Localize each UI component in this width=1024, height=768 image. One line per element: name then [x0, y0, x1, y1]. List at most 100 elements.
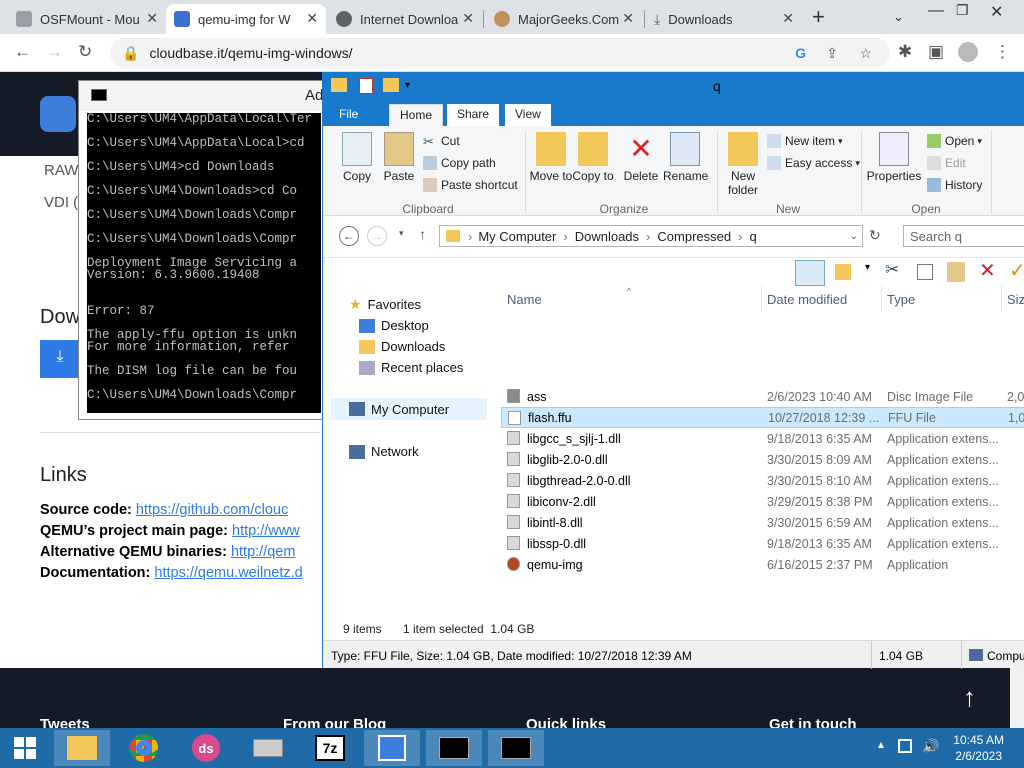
qemu-main-page-link[interactable]: http://www [232, 523, 300, 539]
history-button[interactable]: History [927, 178, 982, 192]
properties-button[interactable]: Properties [865, 126, 923, 183]
nav-my-computer[interactable]: My Computer [331, 398, 487, 420]
new-tab-button[interactable]: + [812, 4, 825, 30]
alt-binaries-link[interactable]: http://qem [231, 544, 295, 560]
show-hidden-icons-chevron[interactable]: ▲ [876, 740, 886, 751]
refresh-icon[interactable]: ↻ [869, 227, 881, 244]
recent-locations-chevron-icon[interactable]: ▾ [399, 228, 404, 239]
nav-network[interactable]: Network [349, 444, 419, 459]
column-type[interactable]: Type [887, 292, 915, 307]
tab-osfmount[interactable]: OSFMount - Mou ✕ [8, 4, 166, 34]
taskbar-ds-app[interactable]: ds [178, 730, 234, 766]
new-folder-button[interactable]: New folder [721, 126, 765, 197]
start-button[interactable] [0, 730, 50, 766]
explorer-titlebar[interactable]: ▾ q [323, 72, 1024, 102]
checkmark-icon[interactable]: ✓ [1009, 258, 1024, 283]
scissors-icon[interactable]: ✂ [885, 260, 899, 280]
nav-recent-places[interactable]: Recent places [359, 360, 463, 375]
paste-shortcut-button[interactable]: Paste shortcut [423, 178, 518, 192]
close-icon[interactable]: ✕ [462, 10, 474, 27]
rename-button[interactable]: Rename [663, 126, 708, 183]
column-divider[interactable] [881, 286, 882, 312]
copy-path-button[interactable]: Copy path [423, 156, 496, 170]
easy-access-button[interactable]: Easy access ▾ [767, 156, 860, 170]
open-button[interactable]: Open ▾ [927, 134, 982, 148]
tab-internet-download[interactable]: Internet Downloa ✕ [328, 4, 482, 34]
avatar[interactable] [958, 42, 978, 62]
close-window-button[interactable]: ✕ [990, 2, 1003, 22]
close-icon[interactable]: ✕ [622, 10, 634, 27]
column-size[interactable]: Size [1007, 292, 1024, 307]
file-row[interactable]: libgcc_s_sjlj-1.dll 9/18/2013 6:35 AM Appl… [501, 428, 1024, 449]
site-logo[interactable] [40, 96, 76, 132]
taskbar-drive-app[interactable] [240, 730, 296, 766]
back-button[interactable]: ← [339, 226, 359, 246]
side-item-vdi[interactable]: VDI ( [44, 194, 78, 211]
side-item-raw[interactable]: RAW [44, 162, 78, 179]
breadcrumb-my-computer[interactable]: My Computer [478, 229, 556, 244]
forward-button[interactable]: → [367, 226, 387, 246]
file-row[interactable]: libintl-8.dll 3/30/2015 6:59 AM Applicatio… [501, 512, 1024, 533]
nav-favorites[interactable]: ★ Favorites [349, 296, 421, 313]
reload-button[interactable]: ↻ [78, 42, 92, 62]
volume-icon[interactable]: 🔊 [922, 738, 939, 755]
column-divider[interactable] [1001, 286, 1002, 312]
close-icon[interactable]: ✕ [306, 10, 318, 27]
file-row[interactable]: flash.ffu 10/27/2018 12:39 ... FFU File 1,0 [501, 407, 1024, 428]
back-button[interactable]: ← [14, 42, 31, 62]
taskbar-chrome[interactable] [116, 730, 172, 766]
cut-button[interactable]: ✂ Cut [423, 134, 460, 149]
new-folder-icon[interactable] [383, 78, 399, 92]
tab-qemu-img[interactable]: qemu-img for W ✕ [166, 4, 326, 34]
taskbar-7zip[interactable]: 7z [302, 730, 358, 766]
taskbar-cmd-1[interactable] [426, 730, 482, 766]
file-row[interactable]: libglib-2.0-0.dll 3/30/2015 8:09 AM Applic… [501, 449, 1024, 470]
column-divider[interactable] [761, 286, 762, 312]
nav-downloads[interactable]: Downloads [359, 339, 445, 354]
tab-downloads[interactable]: ⤓ Downloads ✕ [646, 4, 802, 34]
breadcrumb[interactable]: › My Computer › Downloads › Compressed ›… [439, 225, 863, 247]
taskbar-explorer-window[interactable] [364, 730, 420, 766]
chevron-down-icon[interactable]: ⌄ [850, 231, 858, 242]
delete-icon[interactable]: ✕ [979, 258, 996, 283]
address-bar[interactable]: 🔒 cloudbase.it/qemu-img-windows/ G ⇪ ☆ [110, 38, 890, 68]
system-clock[interactable]: 10:45 AM 2/6/2023 [953, 732, 1004, 764]
download-button[interactable]: ⤓ [40, 340, 80, 378]
breadcrumb-downloads[interactable]: Downloads [575, 229, 639, 244]
bookmark-star-icon[interactable]: ☆ [859, 45, 872, 62]
paste-icon[interactable] [947, 262, 965, 282]
network-tray-icon[interactable] [898, 739, 912, 753]
side-panel-icon[interactable]: ▣ [928, 42, 944, 62]
breadcrumb-compressed[interactable]: Compressed [657, 229, 731, 244]
folder-icon[interactable] [835, 264, 851, 280]
edit-button[interactable]: Edit [927, 156, 966, 170]
restore-button[interactable]: ❐ [956, 2, 969, 19]
documentation-link[interactable]: https://qemu.weilnetz.d [154, 565, 302, 581]
cmd-console[interactable]: C:\Users\UM4\AppData\Local\Ter C:\Users\U… [87, 113, 321, 413]
move-to-button[interactable]: Move to [529, 126, 573, 183]
tab-file[interactable]: File [329, 104, 369, 126]
chevron-down-icon[interactable]: ▾ [865, 262, 870, 273]
nav-desktop[interactable]: Desktop [359, 318, 429, 333]
column-name[interactable]: Name [507, 292, 542, 307]
source-code-link[interactable]: https://github.com/clouc [136, 502, 288, 518]
copy-button[interactable]: Copy [335, 126, 379, 183]
up-button[interactable]: ↑ [419, 226, 426, 242]
file-row[interactable]: libssp-0.dll 9/18/2013 6:35 AM Application… [501, 533, 1024, 554]
column-date-modified[interactable]: Date modified [767, 292, 847, 307]
copy-icon[interactable] [917, 264, 933, 280]
properties-icon[interactable] [359, 78, 373, 94]
tab-view[interactable]: View [505, 104, 551, 126]
tab-majorgeeks[interactable]: MajorGeeks.Com ✕ [486, 4, 642, 34]
extensions-icon[interactable]: ✱ [898, 42, 912, 62]
file-row[interactable]: qemu-img 6/16/2015 2:37 PM Application [501, 554, 1024, 575]
tab-search-chevron-icon[interactable]: ⌄ [893, 9, 904, 25]
cmd-titlebar[interactable]: Ad [79, 81, 329, 111]
cmd-window[interactable]: Ad C:\Users\UM4\AppData\Local\Ter C:\User… [78, 80, 329, 420]
taskbar-file-explorer[interactable] [54, 730, 110, 766]
close-icon[interactable]: ✕ [146, 10, 158, 27]
copy-to-button[interactable]: Copy to [571, 126, 615, 183]
close-icon[interactable]: ✕ [782, 10, 794, 27]
preview-pane-icon[interactable] [795, 260, 825, 286]
breadcrumb-q[interactable]: q [749, 229, 756, 244]
